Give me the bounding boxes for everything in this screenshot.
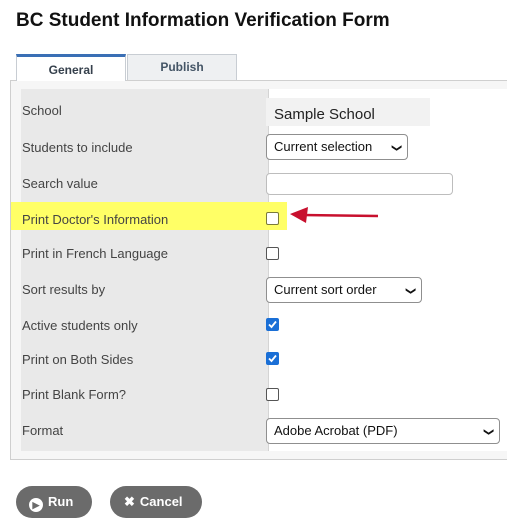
sort-results-by-label: Sort results by — [22, 282, 106, 297]
chevron-down-icon: ❯ — [404, 286, 416, 296]
format-value: Adobe Acrobat (PDF) — [274, 423, 398, 438]
tab-general[interactable]: General — [16, 54, 126, 81]
print-french-checkbox[interactable] — [266, 247, 279, 260]
active-students-only-checkbox[interactable] — [266, 318, 279, 331]
run-button-label: Run — [48, 494, 74, 509]
print-blank-form-label: Print Blank Form? — [22, 387, 127, 402]
checkmark-icon — [268, 354, 277, 363]
red-arrow-icon — [290, 207, 379, 223]
school-value: Sample School — [266, 98, 430, 126]
chevron-down-icon: ❯ — [482, 427, 494, 437]
cancel-button-label: Cancel — [139, 494, 183, 509]
students-to-include-select[interactable]: Current selection ❯ — [266, 134, 408, 160]
play-circle-icon: ▶ — [29, 498, 43, 512]
sort-results-by-select[interactable]: Current sort order ❯ — [266, 277, 422, 303]
cancel-button[interactable]: ✖ Cancel — [110, 486, 202, 518]
format-label: Format — [22, 423, 64, 438]
search-value-input[interactable] — [266, 173, 453, 195]
students-to-include-value: Current selection — [274, 139, 373, 154]
school-label: School — [22, 103, 62, 118]
checkmark-icon — [268, 320, 277, 329]
print-blank-form-checkbox[interactable] — [266, 388, 279, 401]
students-to-include-label: Students to include — [22, 140, 133, 155]
print-french-label: Print in French Language — [22, 246, 168, 261]
x-icon: ✖ — [124, 494, 135, 509]
search-value-label: Search value — [22, 176, 98, 191]
sort-results-by-value: Current sort order — [274, 282, 377, 297]
form-panel — [10, 80, 507, 460]
active-students-only-label: Active students only — [22, 318, 138, 333]
chevron-down-icon: ❯ — [390, 143, 402, 153]
page-title: BC Student Information Verification Form — [16, 10, 390, 31]
print-both-sides-label: Print on Both Sides — [22, 352, 134, 367]
format-select[interactable]: Adobe Acrobat (PDF) ❯ — [266, 418, 500, 444]
print-doctors-info-checkbox[interactable] — [266, 212, 279, 225]
run-button[interactable]: ▶ Run — [16, 486, 92, 518]
print-doctors-info-label: Print Doctor's Information — [22, 212, 169, 227]
tab-publish[interactable]: Publish — [127, 54, 237, 80]
print-both-sides-checkbox[interactable] — [266, 352, 279, 365]
